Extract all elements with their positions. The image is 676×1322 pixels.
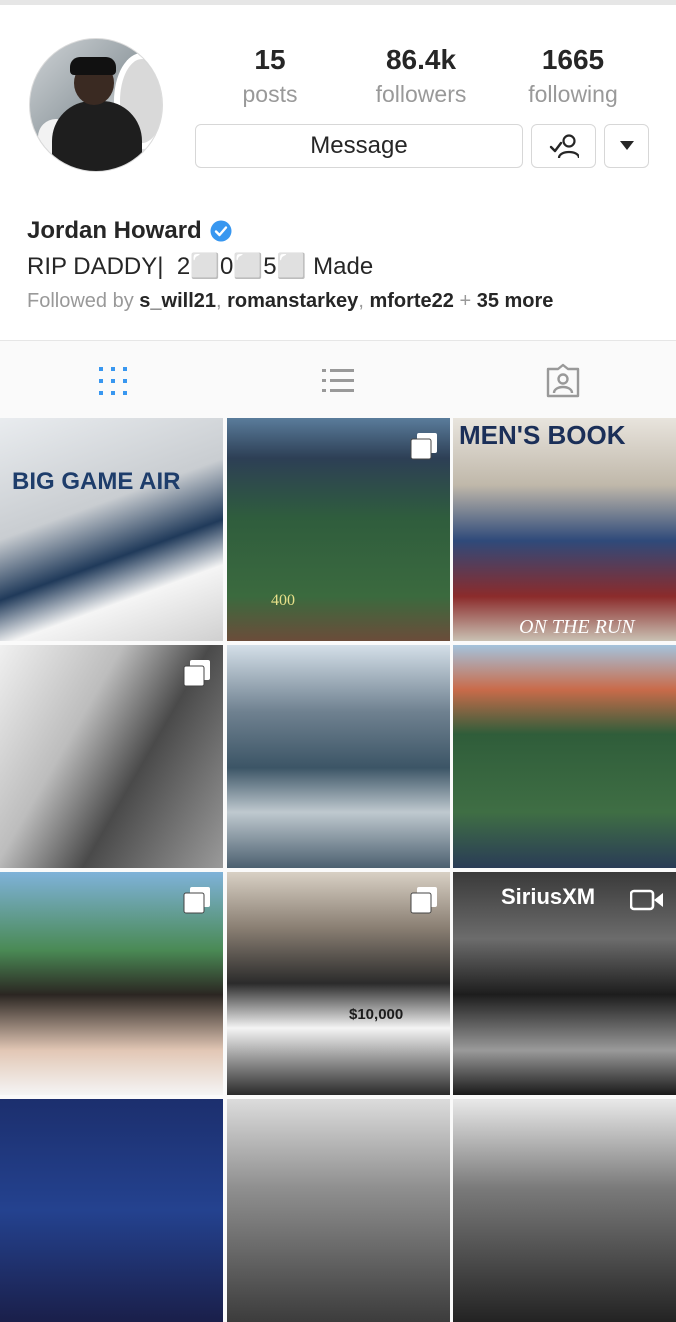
multiple-photos-icon (183, 660, 210, 687)
profile-name-row: Jordan Howard (27, 217, 232, 245)
post-thumbnail[interactable] (0, 1099, 223, 1322)
followed-by-user[interactable]: mforte22 (369, 290, 453, 312)
following-label: following (528, 81, 618, 107)
profile-tabs (0, 340, 676, 418)
post-thumbnail[interactable] (227, 1099, 450, 1322)
followed-by-more[interactable]: 35 more (477, 290, 554, 312)
multiple-photos-icon (183, 887, 210, 914)
followed-by-line[interactable]: Followed by s_will21, romanstarkey, mfor… (27, 290, 553, 313)
suggestions-dropdown-button[interactable] (604, 124, 649, 168)
video-camera-icon (630, 889, 663, 911)
posts-label: posts (242, 81, 298, 107)
post-thumbnail[interactable] (453, 645, 676, 868)
verified-badge-icon (210, 220, 232, 242)
following-count: 1665 (541, 44, 605, 75)
post-thumbnail[interactable]: 400 (227, 418, 450, 641)
post-thumbnail[interactable]: BIG GAME AIR (0, 418, 223, 641)
post-thumbnail[interactable] (227, 645, 450, 868)
profile-header: 15 posts 86.4k followers 1665 following … (0, 5, 676, 340)
multiple-photos-icon (410, 433, 437, 460)
posts-stat: 15 posts (195, 45, 345, 108)
profile-avatar[interactable] (29, 38, 163, 172)
message-button[interactable]: Message (195, 124, 523, 168)
followers-count: 86.4k (385, 44, 457, 75)
tab-grid-view[interactable] (95, 363, 131, 399)
user-check-icon (549, 134, 579, 159)
tab-list-view[interactable] (320, 363, 356, 399)
post-thumbnail[interactable]: MEN'S BOOK ON THE RUN (453, 418, 676, 641)
tile-caption: $10,000 (349, 1006, 404, 1023)
tagged-person-icon (546, 363, 580, 398)
grid-icon (99, 367, 127, 395)
tile-caption: BIG GAME AIR (12, 468, 181, 495)
followed-by-user[interactable]: s_will21 (139, 290, 216, 312)
followers-stat[interactable]: 86.4k followers (346, 45, 496, 108)
post-thumbnail[interactable] (453, 1099, 676, 1322)
tab-tagged-photos[interactable] (545, 363, 581, 399)
tile-caption: 400 (271, 592, 295, 609)
caret-down-icon (619, 141, 634, 150)
following-stat[interactable]: 1665 following (498, 45, 648, 108)
profile-bio: RIP DADDY| 2⬜0⬜5⬜ Made (27, 253, 374, 280)
post-thumbnail[interactable]: $10,000 (227, 872, 450, 1095)
following-toggle-button[interactable] (531, 124, 596, 168)
post-thumbnail[interactable]: SiriusXM (453, 872, 676, 1095)
tile-caption: ON THE RUN (519, 616, 635, 638)
list-icon (322, 369, 354, 392)
followed-by-prefix: Followed by (27, 290, 140, 312)
post-thumbnail[interactable] (0, 872, 223, 1095)
profile-name: Jordan Howard (27, 217, 202, 244)
posts-count: 15 (254, 44, 286, 75)
post-thumbnail[interactable] (0, 645, 223, 868)
followed-by-user[interactable]: romanstarkey (227, 290, 358, 312)
tile-caption: SiriusXM (501, 884, 596, 909)
multiple-photos-icon (410, 887, 437, 914)
tile-caption: MEN'S BOOK (459, 420, 626, 450)
followers-label: followers (375, 81, 467, 107)
